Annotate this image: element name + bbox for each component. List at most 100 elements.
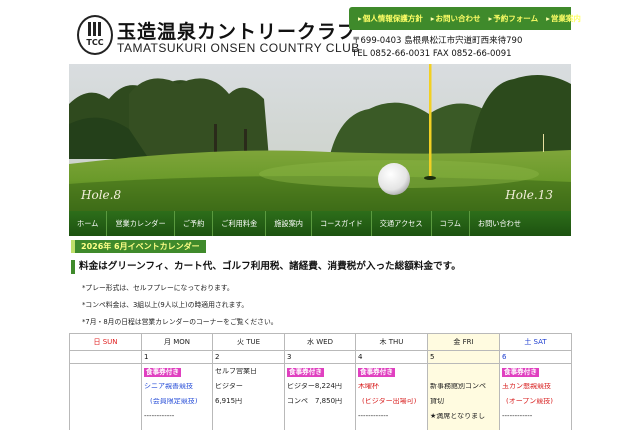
meal-ticket-badge: 食事券付き xyxy=(502,368,539,377)
weekday-wed: 水 WED xyxy=(284,333,356,351)
nav-reservation[interactable]: ご予約 xyxy=(175,211,214,236)
link-business-info[interactable]: 営業案内 xyxy=(546,13,581,24)
date-cell: 4 xyxy=(355,350,428,364)
date-cell: 1 xyxy=(141,350,213,364)
meal-ticket-badge: 食事券付き xyxy=(358,368,395,377)
event-line: ------------ xyxy=(144,413,210,428)
weekday-mon: 月 MON xyxy=(141,333,213,351)
event-line: ビジター xyxy=(215,383,282,398)
nav-contact[interactable]: お問い合わせ xyxy=(470,211,529,236)
event-text: ------------ xyxy=(502,413,533,420)
event-title: (ビジター出場可) xyxy=(362,398,417,405)
golf-course-photo xyxy=(69,64,571,211)
meal-ticket-badge: 食事券付き xyxy=(144,368,181,377)
event-text: 貸切 xyxy=(430,398,444,405)
event-line: ★満席となりまし xyxy=(430,413,497,428)
event-line xyxy=(430,368,497,383)
event-line: 食事券付き xyxy=(502,368,569,383)
note-item: *コンペ料金は、3組以上(9人以上)の時適用されます。 xyxy=(82,301,249,309)
weekday-thu: 木 THU xyxy=(355,333,428,351)
link-contact[interactable]: お問い合わせ xyxy=(431,13,481,24)
event-line: 食事券付き xyxy=(287,368,353,383)
nav-home[interactable]: ホーム xyxy=(69,211,108,236)
event-cell: 食事券付き玉カン懇親競技 (オープン競技) ------------ xyxy=(499,363,572,430)
event-line: 玉カン懇親競技 xyxy=(502,383,569,398)
event-cell: 食事券付きビジター8,224円 コンペ 7,850円 xyxy=(284,363,356,430)
hero-image: Hole.8 Hole.13 xyxy=(69,64,571,211)
nav-facilities[interactable]: 施設案内 xyxy=(266,211,312,236)
nav-column[interactable]: コラム xyxy=(432,211,470,236)
event-cell: 新事務館別コンペ 貸切 ★満席となりまし xyxy=(427,363,500,430)
event-line: (会員限定競技) xyxy=(144,398,210,413)
site-title-english: TAMATSUKURI ONSEN COUNTRY CLUB xyxy=(117,41,360,55)
event-line: (オープン競技) xyxy=(502,398,569,413)
date-cell: 5 xyxy=(427,350,500,364)
event-line: 新事務館別コンペ xyxy=(430,383,497,398)
note-item: *7月・8月の日程は営業カレンダーのコーナーをご覧ください。 xyxy=(82,318,278,326)
event-line: 貸切 xyxy=(430,398,497,413)
calendar-weekday-row: 日 SUN 月 MON 火 TUE 水 WED 木 THU 金 FRI 土 SA… xyxy=(69,333,572,351)
nav-access[interactable]: 交通アクセス xyxy=(372,211,432,236)
event-line: 木曜杯 xyxy=(358,383,425,398)
club-logo-icon[interactable]: TCC xyxy=(77,15,113,55)
date-cell xyxy=(69,350,142,364)
club-phone: TEL 0852-66-0031 FAX 0852-66-0091 xyxy=(352,49,512,59)
event-title: (会員限定競技) xyxy=(150,398,198,405)
event-text: コンペ 7,850円 xyxy=(287,398,343,405)
main-nav: ホーム 営業カレンダー ご予約 ご利用料金 施設案内 コースガイド 交通アクセス… xyxy=(69,211,571,236)
section-title: 2026年 6月イベントカレンダー xyxy=(71,240,206,253)
hole-caption-right: Hole.13 xyxy=(505,188,553,202)
pricing-lead: 料金はグリーンフィ、カート代、ゴルフ利用税、諸経費、消費税が入った総額料金です。 xyxy=(71,260,461,274)
event-line: 食事券付き xyxy=(144,368,210,383)
event-line: ------------ xyxy=(502,413,569,428)
event-line: ビジター8,224円 xyxy=(287,383,353,398)
event-title: シニア親善競技 xyxy=(144,383,193,390)
meal-ticket-badge: 食事券付き xyxy=(287,368,324,377)
date-cell: 2 xyxy=(212,350,285,364)
event-text: セルフ営業日 xyxy=(215,368,257,375)
date-cell: 6 xyxy=(499,350,572,364)
nav-course-guide[interactable]: コースガイド xyxy=(312,211,372,236)
event-cell: セルフ営業日 ビジター 6,915円 xyxy=(212,363,285,430)
weekday-sat: 土 SAT xyxy=(499,333,572,351)
event-line: ------------ xyxy=(358,413,425,428)
nav-business-calendar[interactable]: 営業カレンダー xyxy=(107,211,175,236)
site-title[interactable]: 玉造温泉カントリークラブ xyxy=(117,17,357,44)
event-cell: 食事券付きシニア親善競技 (会員限定競技) ------------ xyxy=(141,363,213,430)
note-item: *プレー形式は、セルフプレーになっております。 xyxy=(82,284,234,292)
date-cell: 3 xyxy=(284,350,356,364)
calendar-date-row: 1 2 3 4 5 6 xyxy=(69,350,572,364)
logo-bars xyxy=(88,22,102,36)
event-title: 木曜杯 xyxy=(358,383,379,390)
event-text: 新事務館別コンペ xyxy=(430,383,486,390)
hole-caption-left: Hole.8 xyxy=(81,188,122,202)
event-line: 6,915円 xyxy=(215,398,282,413)
event-cell xyxy=(69,363,142,430)
event-line: シニア親善競技 xyxy=(144,383,210,398)
link-reservation-form[interactable]: 予約フォーム xyxy=(489,13,538,24)
event-cell: 食事券付き木曜杯 (ビジター出場可) ------------ xyxy=(355,363,428,430)
event-title: (オープン競技) xyxy=(506,398,554,405)
weekday-fri: 金 FRI xyxy=(427,333,500,351)
event-line: セルフ営業日 xyxy=(215,368,282,383)
event-line: 食事券付き xyxy=(358,368,425,383)
event-text: ------------ xyxy=(144,413,175,420)
weekday-tue: 火 TUE xyxy=(212,333,285,351)
nav-fees[interactable]: ご利用料金 xyxy=(213,211,267,236)
event-text: ------------ xyxy=(358,413,389,420)
calendar-event-row: 食事券付き シニア親善競技 (会員限定競技) ------------ セルフ営業日 ビジ… xyxy=(69,363,572,430)
site-header: TCC 玉造温泉カントリークラブ TAMATSUKURI ONSEN COUNT… xyxy=(0,0,640,64)
event-text: ★満席となりまし xyxy=(430,413,486,420)
utility-links: 個人情報保護方針 お問い合わせ 予約フォーム 営業案内 xyxy=(349,7,581,30)
page: TCC 玉造温泉カントリークラブ TAMATSUKURI ONSEN COUNT… xyxy=(0,0,640,430)
event-text: ビジター8,224円 xyxy=(287,383,342,390)
event-line: (ビジター出場可) xyxy=(358,398,425,413)
event-calendar: 日 SUN 月 MON 火 TUE 水 WED 木 THU 金 FRI 土 SA… xyxy=(69,333,572,430)
event-text: 6,915円 xyxy=(215,398,243,405)
event-line: コンペ 7,850円 xyxy=(287,398,353,413)
event-title: 玉カン懇親競技 xyxy=(502,383,551,390)
event-text: ビジター xyxy=(215,383,243,390)
weekday-sun: 日 SUN xyxy=(69,333,142,351)
club-address: 〒699-0403 島根県松江市宍道町西来待790 xyxy=(352,36,523,46)
link-privacy-policy[interactable]: 個人情報保護方針 xyxy=(358,13,423,24)
